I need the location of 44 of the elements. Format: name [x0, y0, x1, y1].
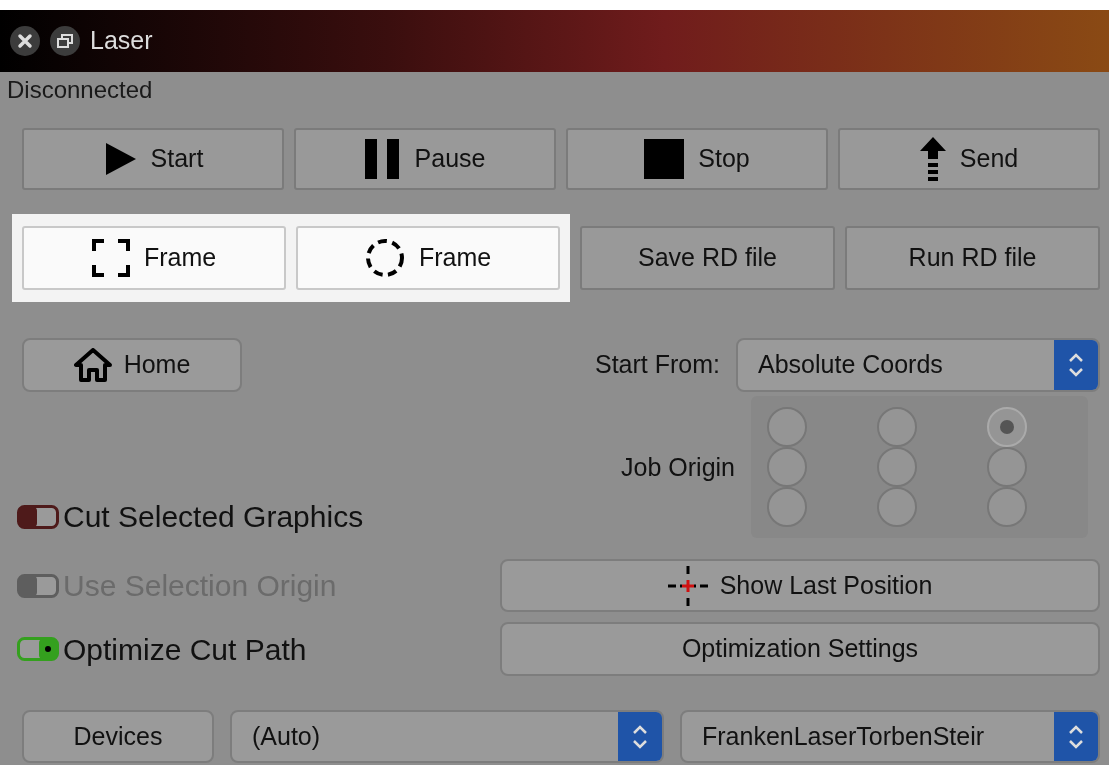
origin-radio[interactable]: [767, 487, 807, 527]
origin-radio[interactable]: [987, 407, 1027, 447]
close-icon: [17, 33, 33, 49]
restore-icon: [56, 33, 74, 49]
toolbar-button[interactable]: Stop: [566, 128, 828, 190]
toolbar-button[interactable]: Send: [838, 128, 1100, 190]
restore-button[interactable]: [50, 26, 80, 56]
frame-button[interactable]: Frame: [22, 226, 286, 290]
connection-status: Disconnected: [6, 75, 154, 105]
origin-radio[interactable]: [767, 407, 807, 447]
crosshair-icon: [667, 565, 708, 606]
job-origin-label: Job Origin: [621, 451, 735, 483]
file-button[interactable]: Run RD file: [845, 226, 1100, 290]
origin-radio[interactable]: [877, 447, 917, 487]
start-from-select[interactable]: Absolute Coords: [736, 338, 1100, 392]
frame-button[interactable]: Frame: [296, 226, 560, 290]
toggle-switch[interactable]: [17, 504, 59, 529]
origin-radio[interactable]: [877, 487, 917, 527]
home-button[interactable]: Home: [22, 338, 242, 392]
origin-radio[interactable]: [877, 407, 917, 447]
home-icon: [73, 348, 112, 382]
dashed-circle-icon: [364, 238, 405, 278]
show-last-position-button[interactable]: Show Last Position: [500, 559, 1100, 612]
stepper-icon: [1068, 351, 1084, 379]
pause-icon: [364, 139, 401, 179]
devices-button[interactable]: Devices: [22, 710, 214, 763]
toolbar-button[interactable]: Pause: [294, 128, 556, 190]
toggle-label: Cut Selected Graphics: [63, 499, 364, 535]
toggle-label: Optimize Cut Path: [63, 631, 307, 668]
start-from-label: Start From:: [595, 349, 720, 381]
origin-radio[interactable]: [987, 487, 1027, 527]
toggle-switch[interactable]: [17, 637, 59, 661]
window-title: Laser: [90, 25, 153, 57]
origin-radio[interactable]: [767, 447, 807, 487]
upload-icon: [919, 137, 946, 181]
close-button[interactable]: [10, 26, 40, 56]
frame-corners-icon: [91, 239, 130, 277]
optimization-settings-button[interactable]: Optimization Settings: [500, 622, 1100, 676]
device-select[interactable]: FrankenLaserTorbenSteir: [680, 710, 1100, 763]
port-select[interactable]: (Auto): [230, 710, 664, 763]
origin-radio[interactable]: [987, 447, 1027, 487]
toolbar-button[interactable]: Start: [22, 128, 284, 190]
stop-icon: [644, 139, 685, 179]
file-button[interactable]: Save RD file: [580, 226, 835, 290]
